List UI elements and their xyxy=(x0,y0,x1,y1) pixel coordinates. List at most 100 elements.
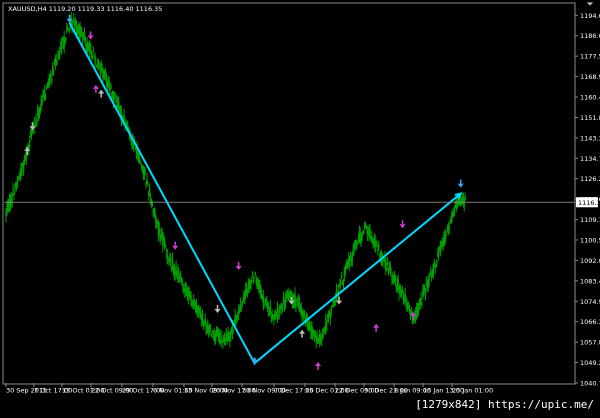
candle-body xyxy=(428,276,430,287)
arrow-up-icon xyxy=(299,329,306,338)
y-tick-label: 1109.10 xyxy=(580,216,600,224)
arrow-down-icon xyxy=(87,31,94,40)
candle-body xyxy=(73,18,75,21)
watermark-badge: [1279x842] https://upic.me/ xyxy=(411,398,598,412)
candle-body xyxy=(309,322,311,328)
candle-body xyxy=(421,302,423,304)
candle-body xyxy=(147,185,149,187)
candle-body xyxy=(219,333,221,339)
y-tick-label: 1126.20 xyxy=(580,175,600,183)
y-tick-label: 1168.95 xyxy=(580,73,600,81)
y-tick-label: 1177.50 xyxy=(580,53,600,61)
candle-body xyxy=(463,204,465,207)
candle-body xyxy=(386,261,389,264)
candle-body xyxy=(221,336,223,338)
y-tick-label: 1092.00 xyxy=(580,257,600,265)
candle-body xyxy=(424,289,427,296)
candle-body xyxy=(330,307,332,314)
candle-body xyxy=(232,329,235,331)
signal-arrows-layer xyxy=(24,14,464,370)
candle-body xyxy=(209,328,212,330)
candle-body xyxy=(262,295,265,305)
candle-body xyxy=(433,261,435,263)
arrow-up-icon xyxy=(92,84,99,93)
y-tick-label: 1160.40 xyxy=(580,94,600,102)
candle-body xyxy=(390,273,392,276)
candle-body xyxy=(175,266,177,269)
candle-body xyxy=(68,30,71,32)
candle-body xyxy=(252,279,255,283)
y-tick-label: 1151.85 xyxy=(580,114,600,122)
candle-body xyxy=(363,231,365,234)
candle-body xyxy=(397,279,399,284)
candle-body xyxy=(437,250,440,256)
candle-body xyxy=(12,188,14,191)
arrow-down-icon xyxy=(214,305,221,314)
candle-body xyxy=(385,266,388,270)
candle-body xyxy=(260,290,263,292)
candle-body xyxy=(304,314,306,316)
arrow-down-icon xyxy=(457,179,464,188)
y-tick-label: 1186.05 xyxy=(580,32,600,40)
candle-body xyxy=(29,139,31,143)
candle-body xyxy=(65,38,67,40)
trendline[interactable] xyxy=(253,192,462,364)
y-tick-label: 1143.30 xyxy=(580,134,600,142)
candle-body xyxy=(335,289,338,295)
candle-body xyxy=(51,77,53,82)
candle-body xyxy=(146,178,148,182)
candle-body xyxy=(340,282,342,285)
candle-body xyxy=(98,61,101,63)
y-tick-label: 1083.45 xyxy=(580,277,600,285)
y-tick-label: 1100.55 xyxy=(580,237,600,245)
time-axis[interactable]: 30 Sep 20157 Oct 17:0015 Oct 01:0022 Oct… xyxy=(5,383,493,395)
candle-body xyxy=(148,188,151,193)
trendline[interactable] xyxy=(68,22,256,364)
candle-body xyxy=(170,256,172,262)
candle-body xyxy=(167,258,169,260)
arrow-up-icon xyxy=(373,323,380,332)
arrow-up-icon xyxy=(314,361,321,370)
candle-body xyxy=(453,208,456,211)
arrow-down-icon xyxy=(336,296,343,305)
candle-body xyxy=(269,305,272,310)
arrow-down-icon xyxy=(172,241,179,250)
candle-body xyxy=(252,272,254,277)
current-price-label: 1116.35 xyxy=(578,199,600,207)
candle-body xyxy=(56,62,58,64)
candles-layer xyxy=(5,11,466,349)
candle-body xyxy=(52,71,55,73)
candle-body xyxy=(282,306,284,309)
candle-body xyxy=(158,228,161,233)
price-chart[interactable]: XAUUSD,H4 1119.20 1119.33 1116.40 1116.3… xyxy=(0,0,600,414)
candle-body xyxy=(59,52,61,54)
candle-body xyxy=(109,92,111,94)
candle-body xyxy=(290,291,293,293)
candle-body xyxy=(295,302,297,308)
candle-body xyxy=(41,99,43,105)
y-tick-label: 1194.60 xyxy=(580,12,600,20)
chart-menu-triangle-icon[interactable] xyxy=(586,1,594,7)
candle-body xyxy=(144,173,146,175)
candle-body xyxy=(108,80,110,89)
chart-canvas[interactable]: XAUUSD,H4 1119.20 1119.33 1116.40 1116.3… xyxy=(0,0,600,414)
candle-body xyxy=(110,84,112,90)
candle-body xyxy=(21,166,23,174)
candle-body xyxy=(44,94,47,96)
candle-body xyxy=(394,277,397,283)
candle-body xyxy=(341,275,343,279)
candle-body xyxy=(322,333,324,335)
candle-body xyxy=(464,195,466,200)
trendlines-layer xyxy=(68,22,463,364)
y-tick-label: 1134.75 xyxy=(580,155,600,163)
candle-body xyxy=(60,44,63,48)
candle-body xyxy=(84,36,87,41)
candle-body xyxy=(14,189,16,192)
candle-body xyxy=(448,227,450,229)
candle-body xyxy=(436,260,438,263)
candle-body xyxy=(89,43,92,48)
candle-body xyxy=(16,180,19,184)
candle-body xyxy=(92,51,94,53)
chart-header-info: XAUUSD,H4 1119.20 1119.33 1116.40 1116.3… xyxy=(8,5,162,13)
arrow-up-icon xyxy=(98,89,105,98)
